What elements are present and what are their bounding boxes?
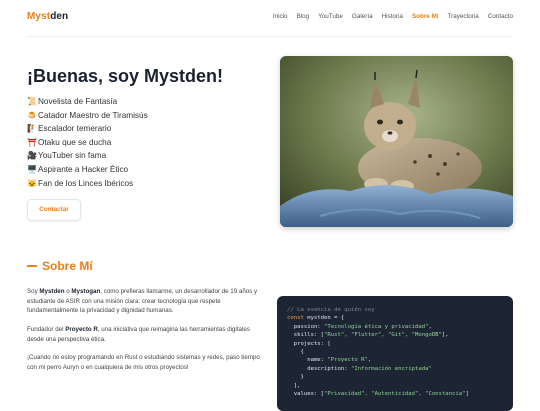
trait-item: 🖥️Aspirante a Hacker Ético — [27, 163, 148, 177]
brand-logo-rest: den — [50, 11, 69, 22]
code-line: projects: [ — [287, 340, 331, 347]
trait-text: Otaku que se ducha — [38, 137, 112, 147]
code-key: description: — [287, 365, 351, 372]
code-line: } — [287, 374, 304, 381]
code-string: "Privacidad", "Autenticidad", "Constanci… — [324, 391, 466, 398]
nav-link-youtube[interactable]: YouTube — [318, 13, 343, 20]
trait-item: 🐱Fan de los Linces Ibéricos — [27, 177, 148, 191]
about-section-heading: Sobre Mí — [27, 259, 93, 273]
trait-item: ⛩️Otaku que se ducha — [27, 136, 148, 150]
trait-text: Escalador temerario — [38, 124, 112, 134]
main-nav: Inicio Blog YouTube Galería Historia Sob… — [273, 13, 513, 20]
code-key: passion: — [287, 323, 325, 330]
nav-link-blog[interactable]: Blog — [297, 13, 310, 20]
nav-link-historia[interactable]: Historia — [382, 13, 403, 20]
trait-item: 🎥YouTuber sin fama — [27, 149, 148, 163]
nav-link-contacto[interactable]: Contacto — [488, 13, 513, 20]
text-span: Soy — [27, 288, 40, 295]
nav-link-sobre-mi[interactable]: Sobre Mí — [412, 13, 439, 20]
trait-text: Aspirante a Hacker Ético — [38, 164, 129, 174]
about-heading-text: Sobre Mí — [42, 259, 93, 273]
torii-icon: ⛩️ — [27, 137, 37, 147]
code-punct: , — [428, 323, 432, 330]
code-key: skills: [ — [287, 332, 325, 339]
code-snippet: // La esencia de quién soy const mystden… — [277, 296, 513, 411]
top-navbar: Mystden Inicio Blog YouTube Galería Hist… — [0, 0, 540, 36]
brand-logo[interactable]: Mystden — [27, 11, 68, 22]
nav-link-galeria[interactable]: Galería — [352, 13, 373, 20]
computer-icon: 🖥️ — [27, 164, 37, 174]
name-mystden: Mystden — [39, 288, 65, 295]
code-punct: , — [367, 357, 372, 364]
about-paragraph-3: ¡Cuando no estoy programando en Rust o e… — [27, 354, 260, 371]
traits-list: 📜Novelista de Fantasía 🍮Catador Maestro … — [27, 95, 148, 190]
code-line: { — [287, 349, 304, 356]
cake-icon: 🍮 — [27, 110, 37, 120]
trait-item: 🍮Catador Maestro de Tiramisús — [27, 109, 148, 123]
name-mystogan: Mystogan — [71, 288, 101, 295]
trait-item: 📜Novelista de Fantasía — [27, 95, 148, 109]
code-comment: // La esencia de quién soy — [287, 307, 375, 313]
code-punct: ], — [441, 332, 449, 339]
about-paragraph-1: Soy Mystden o Mystogan, como prefieras l… — [27, 287, 262, 316]
text-span: Fundador del — [27, 326, 66, 333]
trait-item: 🧗Escalador temerario — [27, 122, 148, 136]
scroll-icon: 📜 — [27, 97, 37, 106]
code-key: values: [ — [287, 391, 325, 398]
climber-icon: 🧗 — [27, 124, 37, 134]
lynx-photo — [280, 56, 513, 227]
contact-button[interactable]: Contactar — [27, 199, 81, 221]
code-keyword: const — [287, 315, 304, 322]
nav-link-inicio[interactable]: Inicio — [273, 13, 288, 20]
hero-title: ¡Buenas, soy Mystden! — [27, 66, 224, 86]
trait-text: YouTuber sin fama — [38, 151, 107, 161]
code-string: "Tecnología ética y privacidad" — [324, 323, 429, 330]
trait-text: Novelista de Fantasía — [38, 97, 118, 106]
header-divider — [27, 36, 513, 37]
about-paragraph-2: Fundador del Proyecto R, una iniciativa … — [27, 325, 262, 344]
code-string: "Rust", "Flutter", "Git", "MongoDB" — [324, 332, 442, 339]
heading-dash — [27, 264, 37, 267]
code-string: "Proyecto R" — [327, 357, 368, 364]
code-string: "Información encriptada" — [351, 365, 432, 372]
nav-link-trayectoria[interactable]: Trayectoria — [448, 13, 479, 20]
trait-text: Fan de los Linces Ibéricos — [38, 178, 134, 188]
camera-icon: 🎥 — [27, 151, 37, 161]
code-line: mystden = { — [303, 315, 345, 322]
brand-logo-accent: Myst — [27, 11, 51, 22]
cat-icon: 🐱 — [27, 178, 37, 188]
code-key: name: — [287, 357, 328, 364]
project-r-name: Proyecto R — [65, 326, 98, 333]
code-line: ], — [287, 382, 301, 389]
code-punct: ] — [465, 391, 469, 398]
trait-text: Catador Maestro de Tiramisús — [38, 110, 148, 120]
